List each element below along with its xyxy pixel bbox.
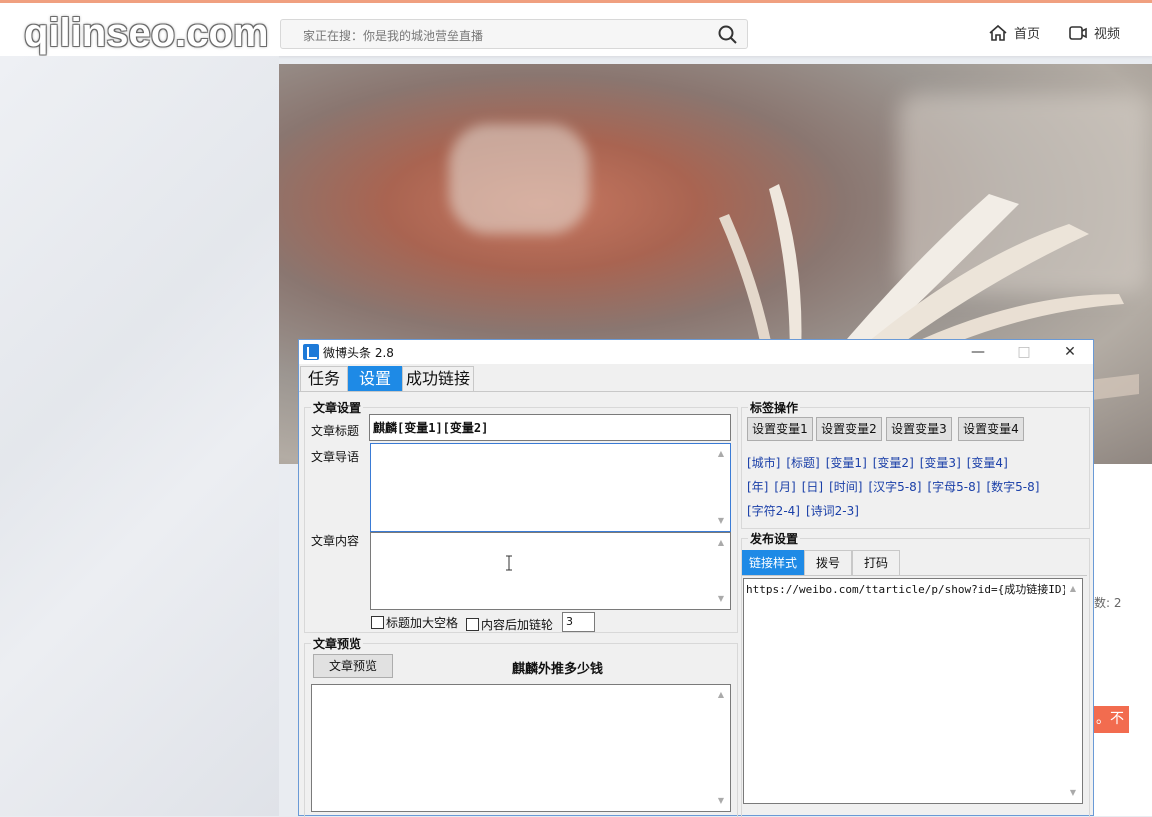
tag-hanzi[interactable]: [汉字5-8] [869,480,922,494]
nav-home[interactable]: 首页 [988,23,1040,42]
main-tabs: 任务 设置 成功链接 [299,366,1093,392]
set-var2-button[interactable]: 设置变量2 [816,417,882,441]
content-label: 文章内容 [311,534,360,548]
tag-city[interactable]: [城市] [747,456,780,470]
maximize-button[interactable]: □ [1001,340,1047,364]
page-left-background [0,56,279,816]
close-button[interactable]: ✕ [1047,340,1093,364]
set-var3-button[interactable]: 设置变量3 [886,417,952,441]
tab-link-style[interactable]: 链接样式 [742,550,804,575]
lead-scrollbar[interactable]: ▲ ▼ [713,445,729,530]
tab-settings[interactable]: 设置 [348,366,402,391]
tab-captcha[interactable]: 打码 [852,550,900,575]
tag-ops-label: 标签操作 [748,399,801,416]
video-icon [1069,25,1087,40]
tab-success-links[interactable]: 成功链接 [402,366,474,391]
title-input[interactable]: 麒麟[变量1][变量2] [369,414,731,441]
article-settings-label: 文章设置 [311,399,364,416]
set-var1-button[interactable]: 设置变量1 [747,417,813,441]
preview-textarea[interactable]: ▲ ▼ [311,684,731,812]
site-header: qilinseo.com 家正在搜：你是我的城池营垒直播 首页 视频 [0,0,1152,56]
nav-home-label: 首页 [1014,27,1041,42]
search-icon[interactable] [717,24,739,46]
nav-video-label: 视频 [1094,27,1121,42]
link-template-scrollbar[interactable]: ▲ ▼ [1065,580,1081,802]
minimize-button[interactable]: — [955,340,1001,364]
tag-title[interactable]: [标题] [786,456,819,470]
tag-var2[interactable]: [变量2] [873,456,914,470]
link-count-input[interactable]: 3 [562,612,595,632]
content-textarea[interactable]: ▲ ▼ [370,532,731,610]
tag-row-3: [字符2-4] [诗词2-3] [747,502,865,519]
tag-poem[interactable]: [诗词2-3] [806,504,859,518]
app-titlebar[interactable]: 微博头条 2.8 — □ ✕ [299,340,1093,364]
publish-label: 发布设置 [748,530,801,547]
title-input-value: 麒麟[变量1][变量2] [373,421,489,435]
opt-content-link[interactable]: 内容后加链轮 [466,616,553,633]
tag-chars[interactable]: [字符2-4] [747,504,800,518]
checkbox-content-link[interactable] [466,618,479,631]
opt-title-space[interactable]: 标题加大空格 [371,614,458,631]
tag-var3[interactable]: [变量3] [920,456,961,470]
side-orange-banner[interactable]: 。不 [1094,706,1129,733]
tab-dial[interactable]: 拨号 [804,550,852,575]
tag-var4[interactable]: [变量4] [967,456,1008,470]
tag-month[interactable]: [月] [774,480,795,494]
side-snippet: 数: 2 [1094,596,1122,610]
title-label: 文章标题 [311,424,360,438]
tag-row-1: [城市] [标题] [变量1] [变量2] [变量3] [变量4] [747,454,1014,471]
opt-content-link-label: 内容后加链轮 [481,618,554,632]
opt-title-space-label: 标题加大空格 [386,616,459,630]
page-right-area [1092,464,1152,816]
tab-divider [299,391,1093,392]
preview-scrollbar[interactable]: ▲ ▼ [713,686,729,810]
home-icon [989,24,1007,41]
preview-title: 麒麟外推多少钱 [512,662,604,677]
app-icon [303,344,319,360]
lead-label: 文章导语 [311,450,360,464]
link-template-textarea[interactable]: https://weibo.com/ttarticle/p/show?id={成… [743,578,1083,804]
link-template-value: https://weibo.com/ttarticle/p/show?id={成… [746,583,1069,596]
app-window: 微博头条 2.8 — □ ✕ 任务 设置 成功链接 文章设置 文章标题 麒麟[变… [298,339,1094,817]
text-cursor-icon [506,555,512,571]
preview-label: 文章预览 [311,635,364,652]
search-placeholder: 家正在搜：你是我的城池营垒直播 [303,29,484,43]
tag-time[interactable]: [时间] [829,480,862,494]
tag-letters[interactable]: [字母5-8] [927,480,980,494]
checkbox-title-space[interactable] [371,616,384,629]
watermark-text: qilinseo.com [24,11,269,55]
preview-button[interactable]: 文章预览 [313,654,393,678]
search-box[interactable]: 家正在搜：你是我的城池营垒直播 [280,19,748,49]
set-var4-button[interactable]: 设置变量4 [958,417,1024,441]
tag-day[interactable]: [日] [802,480,823,494]
content-scrollbar[interactable]: ▲ ▼ [713,534,729,608]
lead-textarea[interactable]: ▲ ▼ [370,443,731,532]
tag-var1[interactable]: [变量1] [826,456,867,470]
tag-year[interactable]: [年] [747,480,768,494]
tag-digits[interactable]: [数字5-8] [986,480,1039,494]
publish-tab-divider [742,575,1087,576]
tab-task[interactable]: 任务 [300,366,348,391]
app-title: 微博头条 2.8 [323,346,394,360]
nav-video[interactable]: 视频 [1068,23,1120,42]
tag-row-2: [年] [月] [日] [时间] [汉字5-8] [字母5-8] [数字5-8] [747,478,1045,495]
